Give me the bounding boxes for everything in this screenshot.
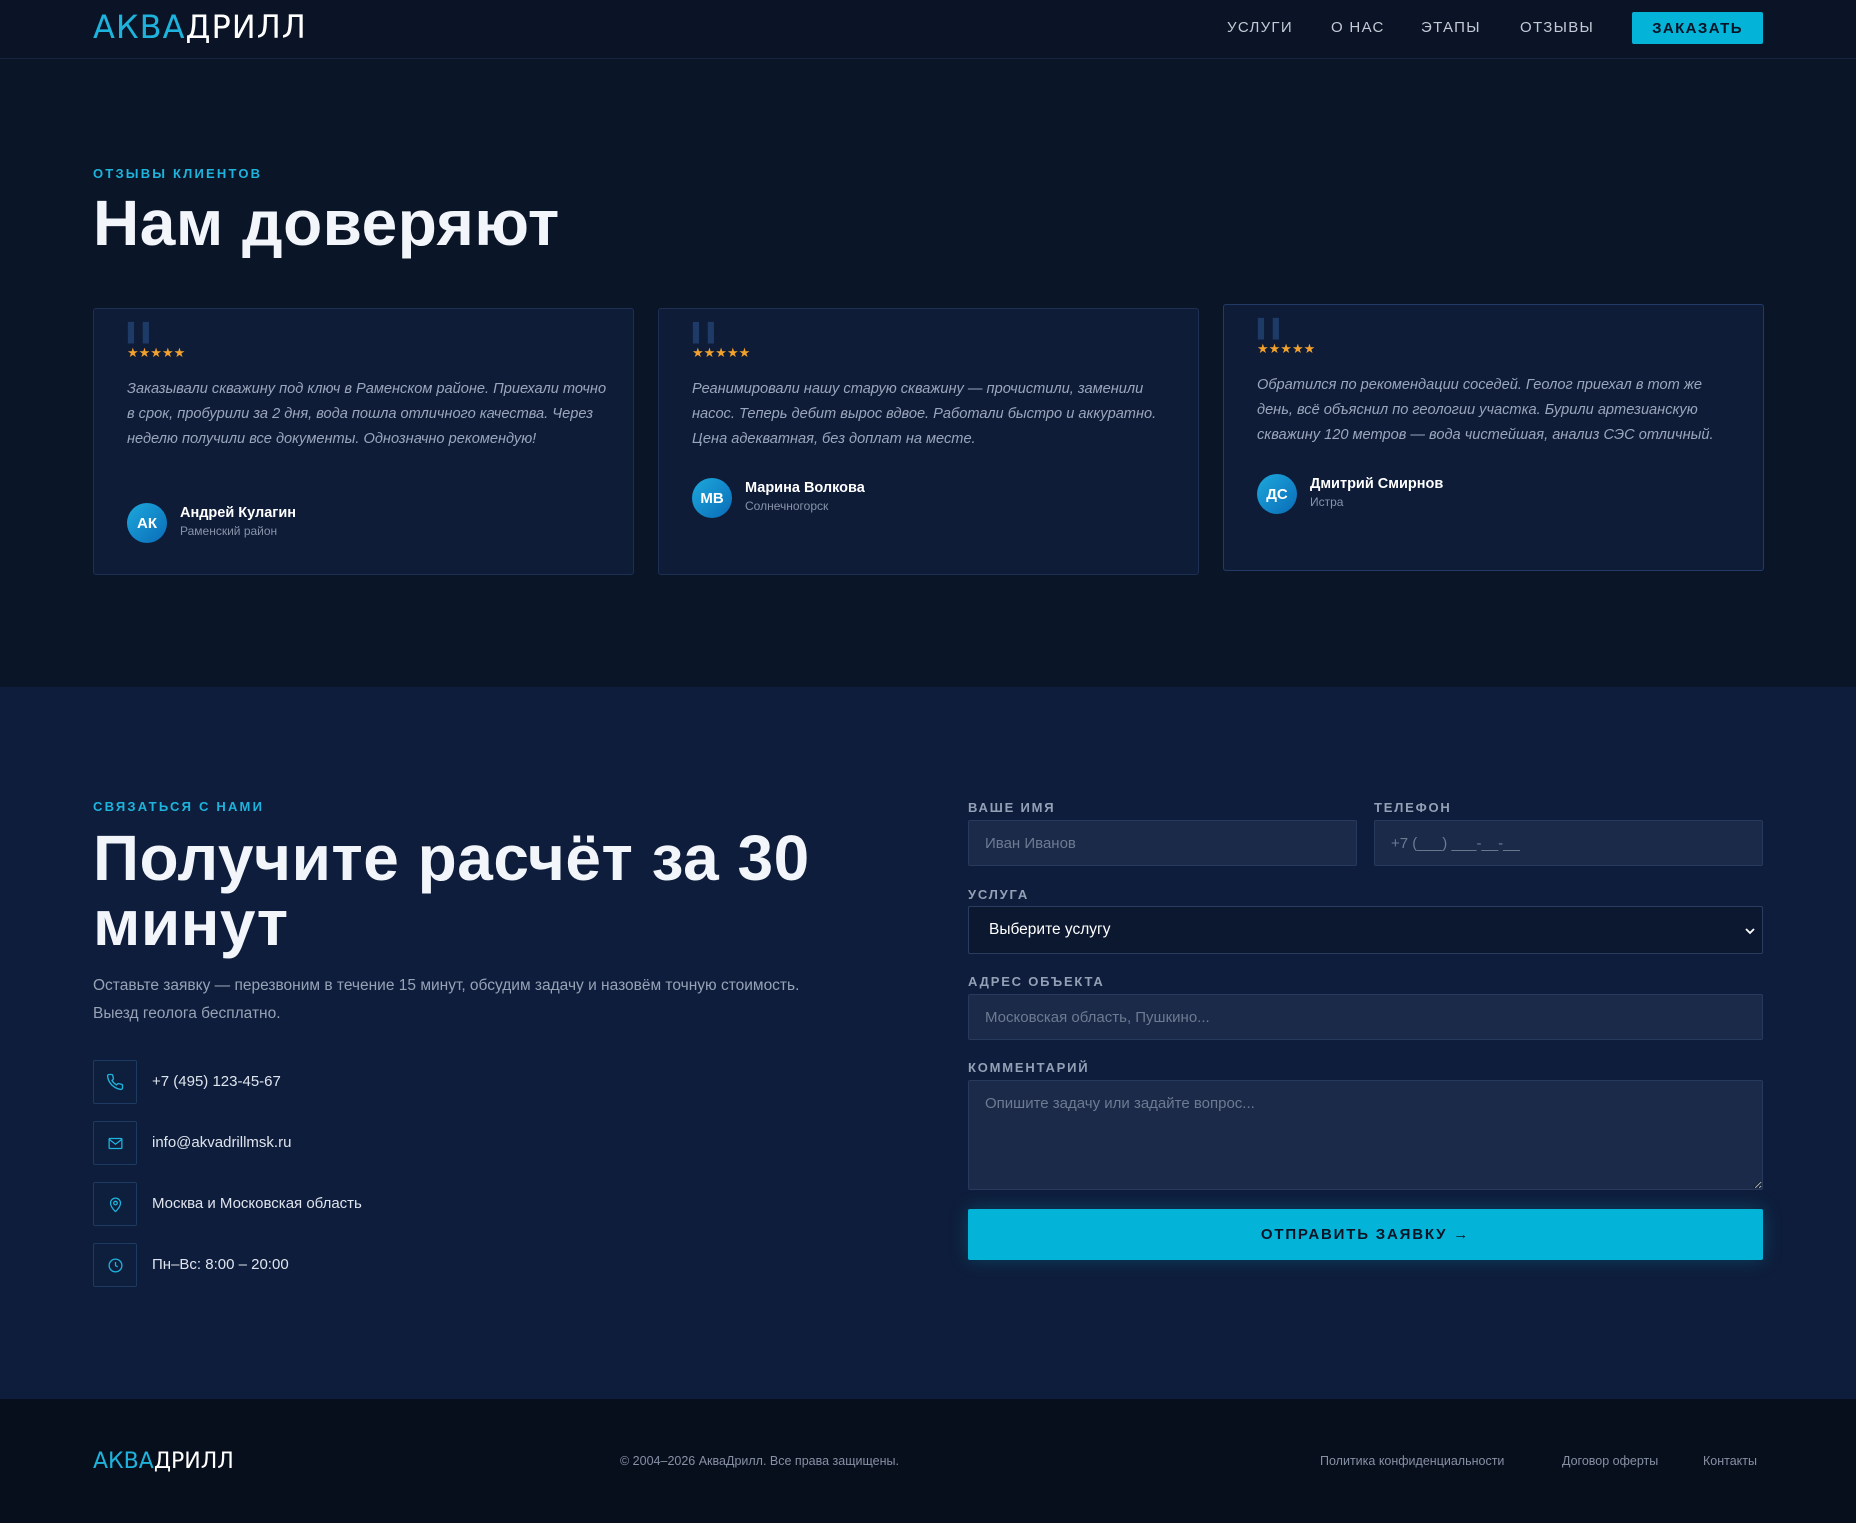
- author-name: Андрей Кулагин: [180, 505, 297, 521]
- nav-services[interactable]: УСЛУГИ: [1227, 19, 1293, 36]
- phone-icon: [93, 1060, 137, 1104]
- review-card: " ★★★★★ Реанимировали нашу старую скважи…: [658, 308, 1199, 575]
- service-select[interactable]: Выберите услугу: [968, 906, 1763, 954]
- author-city: Солнечногорск: [745, 499, 829, 513]
- phone-field[interactable]: [1374, 820, 1763, 866]
- footer-logo-part-1: АКВА: [93, 1449, 154, 1474]
- review-text: Реанимировали нашу старую скважину — про…: [692, 381, 1157, 447]
- reviews-eyebrow: ОТЗЫВЫ КЛИЕНТОВ: [93, 166, 263, 181]
- logo-part-1: АКВА: [93, 8, 186, 46]
- footer-link-contacts[interactable]: Контакты: [1703, 1454, 1757, 1468]
- contact-lead-line-2: Выезд геолога бесплатно.: [93, 1005, 281, 1022]
- avatar: МВ: [692, 478, 732, 518]
- service-label: УСЛУГА: [968, 887, 1030, 902]
- footer-link-offer[interactable]: Договор оферты: [1562, 1454, 1658, 1468]
- chevron-down-icon: [1744, 924, 1756, 942]
- author-name: Марина Волкова: [745, 480, 865, 496]
- comment-field[interactable]: [968, 1080, 1763, 1190]
- phone-label: ТЕЛЕФОН: [1374, 800, 1452, 815]
- contact-eyebrow: СВЯЗАТЬСЯ С НАМИ: [93, 799, 265, 814]
- name-label: ВАШЕ ИМЯ: [968, 800, 1056, 815]
- contact-email[interactable]: info@akvadrillmsk.ru: [152, 1134, 291, 1151]
- order-button[interactable]: ЗАКАЗАТЬ: [1632, 12, 1763, 44]
- address-field[interactable]: [968, 994, 1763, 1040]
- site-header: АКВАДРИЛЛ УСЛУГИ О НАС ЭТАПЫ ОТЗЫВЫ ЗАКА…: [0, 0, 1856, 59]
- contact-title-line-2: минут: [93, 887, 289, 959]
- clock-icon: [93, 1243, 137, 1287]
- contact-phone[interactable]: +7 (495) 123-45-67: [152, 1073, 281, 1090]
- service-select-value: Выберите услугу: [989, 921, 1111, 938]
- author-city: Истра: [1310, 495, 1344, 509]
- logo-part-2: ДРИЛЛ: [185, 8, 307, 46]
- avatar: ДС: [1257, 474, 1297, 514]
- address-label: АДРЕС ОБЪЕКТА: [968, 974, 1105, 989]
- rating-stars: ★★★★★: [127, 345, 186, 360]
- site-footer: АКВАДРИЛЛ © 2004–2026 АкваДрилл. Все пра…: [0, 1399, 1856, 1523]
- nav-stages[interactable]: ЭТАПЫ: [1421, 19, 1481, 36]
- footer-link-privacy[interactable]: Политика конфиденциальности: [1320, 1454, 1504, 1468]
- submit-button[interactable]: ОТПРАВИТЬ ЗАЯВКУ →: [968, 1209, 1763, 1260]
- contact-hours: Пн–Вс: 8:00 – 20:00: [152, 1256, 289, 1273]
- nav-about[interactable]: О НАС: [1331, 19, 1385, 36]
- review-card: " ★★★★★ Заказывали скважину под ключ в Р…: [93, 308, 634, 575]
- contact-section: СВЯЗАТЬСЯ С НАМИ Получите расчёт за 30 м…: [0, 687, 1856, 1399]
- location-pin-icon: [93, 1182, 137, 1226]
- review-text: Заказывали скважину под ключ в Раменском…: [127, 381, 607, 447]
- contact-lead-line-1: Оставьте заявку — перезвоним в течение 1…: [93, 977, 800, 994]
- comment-label: КОММЕНТАРИЙ: [968, 1060, 1090, 1075]
- author-name: Дмитрий Смирнов: [1310, 476, 1444, 492]
- mail-icon: [93, 1121, 137, 1165]
- avatar: АК: [127, 503, 167, 543]
- copyright: © 2004–2026 АкваДрилл. Все права защищен…: [620, 1454, 899, 1468]
- reviews-title: Нам доверяют: [93, 187, 560, 259]
- rating-stars: ★★★★★: [692, 345, 751, 360]
- reviews-section: ОТЗЫВЫ КЛИЕНТОВ Нам доверяют " ★★★★★ Зак…: [0, 60, 1856, 687]
- review-text: Обратился по рекомендации соседей. Геоло…: [1257, 377, 1714, 443]
- contact-title-line-1: Получите расчёт за 30: [93, 822, 810, 894]
- contact-region: Москва и Московская область: [152, 1195, 362, 1212]
- logo[interactable]: АКВАДРИЛЛ: [93, 8, 307, 46]
- rating-stars: ★★★★★: [1257, 341, 1316, 356]
- name-field[interactable]: [968, 820, 1357, 866]
- review-card: " ★★★★★ Обратился по рекомендации соседе…: [1223, 304, 1764, 571]
- nav-reviews[interactable]: ОТЗЫВЫ: [1520, 19, 1594, 36]
- author-city: Раменский район: [180, 524, 278, 538]
- footer-logo[interactable]: АКВАДРИЛЛ: [93, 1449, 234, 1474]
- footer-logo-part-2: ДРИЛЛ: [153, 1449, 234, 1474]
